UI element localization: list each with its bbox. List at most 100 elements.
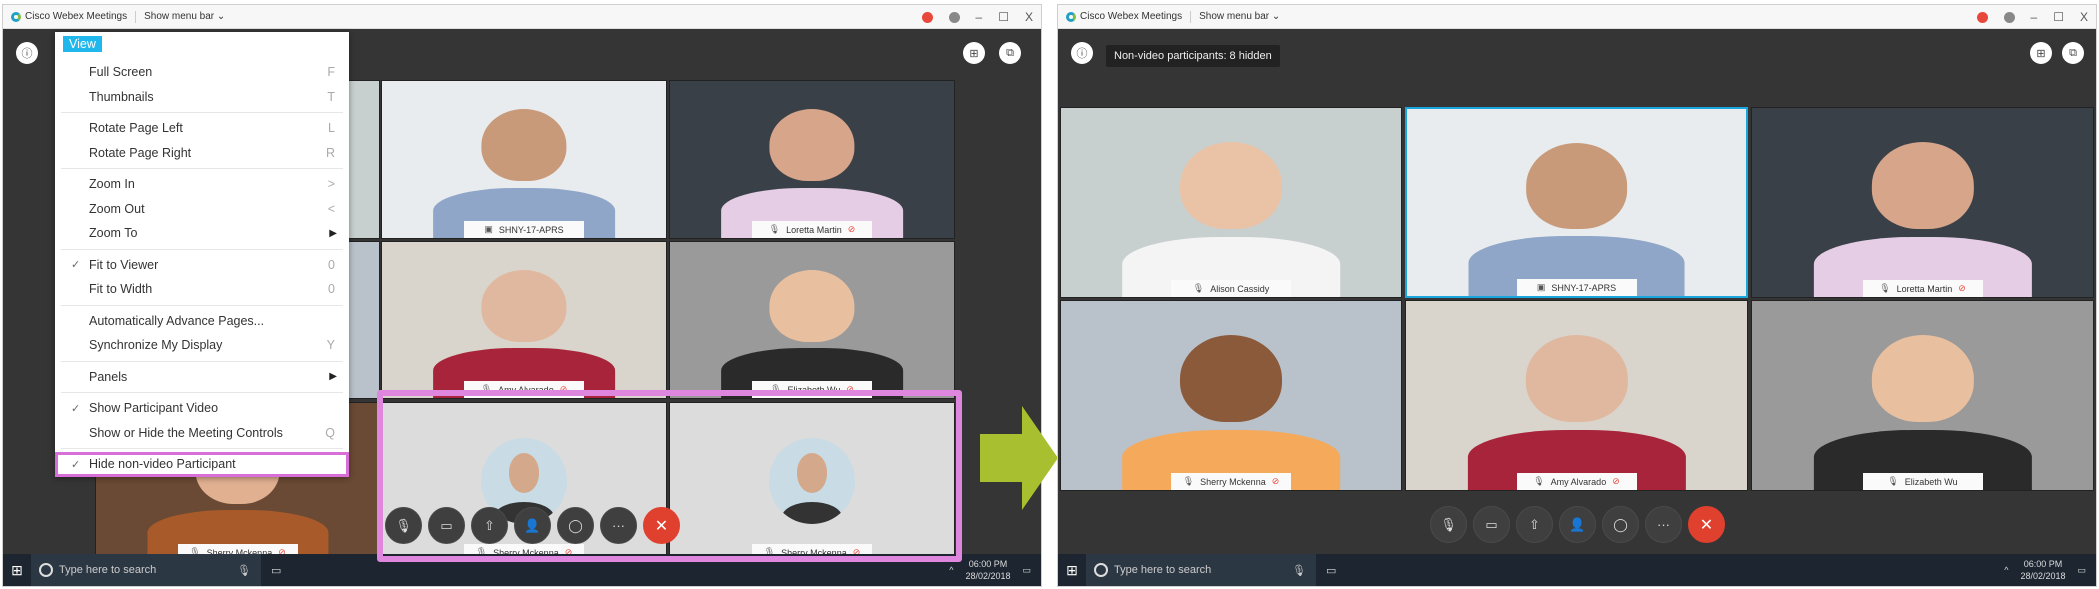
chat-button[interactable]: ◯ bbox=[1602, 506, 1639, 543]
menu-item-label: Panels bbox=[89, 369, 128, 384]
maximize-button[interactable]: ☐ bbox=[2053, 10, 2064, 24]
menu-item-fit-to-width[interactable]: Fit to Width 0 bbox=[55, 277, 349, 302]
recording-icon[interactable] bbox=[921, 11, 933, 23]
grid-layout-icon[interactable]: ⊞ bbox=[2030, 42, 2052, 64]
windows-start-icon[interactable]: ⊞ bbox=[3, 562, 31, 579]
menu-item-label: Rotate Page Right bbox=[89, 145, 192, 160]
show-menu-bar-label: Show menu bar bbox=[1199, 11, 1270, 22]
menu-item-shortcut: > bbox=[327, 177, 335, 192]
microphone-icon: 🎙 bbox=[1533, 476, 1545, 486]
menu-item-label: Show or Hide the Meeting Controls bbox=[89, 425, 283, 440]
menu-item-synchronize-my-display[interactable]: Synchronize My Display Y bbox=[55, 333, 349, 358]
participant-name-label: 🎙 Sherry Mckenna ⊘ bbox=[1171, 473, 1291, 490]
menu-item-label: Show Participant Video bbox=[89, 401, 219, 416]
submenu-arrow-icon: ▶ bbox=[329, 371, 337, 383]
minimize-button[interactable]: – bbox=[2031, 10, 2038, 24]
menu-item-rotate-page-left[interactable]: Rotate Page Left L bbox=[55, 116, 349, 141]
clock[interactable]: 06:00 PM 28/02/2018 bbox=[2020, 558, 2065, 582]
microphone-icon[interactable]: 🎙 bbox=[237, 564, 251, 577]
close-button[interactable]: X bbox=[2080, 10, 2088, 24]
search-placeholder: Type here to search bbox=[1114, 564, 1212, 576]
webex-logo-icon bbox=[11, 11, 21, 22]
close-button[interactable]: X bbox=[1025, 10, 1033, 24]
participant-name: Sherry Mckenna bbox=[1200, 476, 1266, 487]
video-tile[interactable]: 🎙 Loretta Martin ⊘ bbox=[669, 80, 955, 239]
menu-separator bbox=[61, 248, 343, 250]
microphone-icon: 🎙 bbox=[1879, 283, 1891, 293]
menu-item-rotate-page-right[interactable]: Rotate Page Right R bbox=[55, 141, 349, 166]
show-menu-bar-label: Show menu bar bbox=[144, 11, 215, 22]
video-tile[interactable]: ▣ SHNY-17-APRS bbox=[381, 80, 667, 239]
menu-item-shortcut: T bbox=[327, 89, 335, 104]
participant-video bbox=[1871, 335, 1974, 422]
view-menu-title[interactable]: View bbox=[63, 36, 102, 52]
notification-icon[interactable]: ▭ bbox=[1022, 564, 1031, 576]
participant-video bbox=[1525, 335, 1628, 422]
info-icon[interactable]: ⓘ bbox=[1071, 42, 1093, 64]
menu-item-fit-to-viewer[interactable]: ✓ Fit to Viewer 0 bbox=[55, 253, 349, 278]
menu-separator bbox=[61, 304, 343, 306]
menu-item-show-participant-video[interactable]: ✓ Show Participant Video bbox=[55, 396, 349, 421]
meeting-controls: 🎙 ▭ ⇧ 👤 ◯ ··· ✕ bbox=[1430, 506, 1725, 543]
chat-icon: ◯ bbox=[1613, 516, 1628, 532]
show-menu-bar-button[interactable]: Show menu bar ⌄ bbox=[144, 11, 225, 22]
menu-item-zoom-out[interactable]: Zoom Out < bbox=[55, 197, 349, 222]
menu-item-hide-non-video-participant[interactable]: ✓ Hide non-video Participant bbox=[55, 452, 349, 477]
menu-item-shortcut: 0 bbox=[328, 257, 335, 272]
participant-name: Loretta Martin bbox=[1896, 283, 1953, 294]
more-button[interactable]: ··· bbox=[1645, 506, 1682, 543]
muted-icon: ⊘ bbox=[1958, 283, 1966, 293]
info-icon[interactable]: ⓘ bbox=[16, 42, 38, 64]
video-tile[interactable]: 🎙 Loretta Martin ⊘ bbox=[1751, 107, 2094, 298]
switch-view-icon[interactable]: ⧉ bbox=[999, 42, 1021, 64]
notification-icon[interactable]: ▭ bbox=[2077, 564, 2086, 576]
video-tile[interactable]: 🎙 Alison Cassidy bbox=[1060, 107, 1402, 298]
grid-layout-icon[interactable]: ⊞ bbox=[963, 42, 985, 64]
video-tile[interactable]: 🎙 Amy Alvarado ⊘ bbox=[381, 241, 667, 399]
menu-item-panels[interactable]: Panels ▶ bbox=[55, 365, 349, 390]
participant-name: Alison Cassidy bbox=[1210, 283, 1270, 294]
video-tile[interactable]: 🎙 Amy Alvarado ⊘ bbox=[1405, 300, 1748, 491]
menu-item-label: Zoom Out bbox=[89, 201, 145, 216]
menu-item-automatically-advance-pages[interactable]: Automatically Advance Pages... bbox=[55, 309, 349, 334]
microphone-icon[interactable]: 🎙 bbox=[1292, 564, 1306, 577]
video-tile[interactable]: 🎙 Sherry Mckenna ⊘ bbox=[1060, 300, 1402, 491]
menu-item-zoom-in[interactable]: Zoom In > bbox=[55, 172, 349, 197]
menu-item-full-screen[interactable]: Full Screen F bbox=[55, 60, 349, 85]
minimize-button[interactable]: – bbox=[976, 10, 983, 24]
end-meeting-button[interactable]: ✕ bbox=[1688, 506, 1725, 543]
menu-item-thumbnails[interactable]: Thumbnails T bbox=[55, 85, 349, 110]
recording-icon[interactable] bbox=[1976, 11, 1988, 23]
menu-item-label: Synchronize My Display bbox=[89, 338, 223, 353]
menu-separator bbox=[61, 112, 343, 113]
switch-view-icon[interactable]: ⧉ bbox=[2062, 42, 2084, 64]
participant-name-label: 🎙 Loretta Martin ⊘ bbox=[752, 221, 872, 238]
menu-item-show-or-hide-the-meeting-controls[interactable]: Show or Hide the Meeting Controls Q bbox=[55, 421, 349, 446]
video-tile[interactable]: ▣ SHNY-17-APRS bbox=[1405, 107, 1748, 298]
tray-chevron-icon[interactable]: ^ bbox=[2004, 564, 2008, 576]
menu-item-label: Hide non-video Participant bbox=[89, 457, 236, 472]
share-button[interactable]: ⇧ bbox=[1516, 506, 1553, 543]
taskbar-search[interactable]: Type here to search 🎙 bbox=[31, 554, 261, 586]
annotate-icon[interactable] bbox=[948, 11, 960, 23]
taskbar-search[interactable]: Type here to search 🎙 bbox=[1086, 554, 1316, 586]
annotate-icon[interactable] bbox=[2003, 11, 2015, 23]
windows-start-icon[interactable]: ⊞ bbox=[1058, 562, 1086, 579]
video-tile[interactable]: 🎙 Elizabeth Wu bbox=[1751, 300, 2094, 491]
task-view-icon[interactable]: ▭ bbox=[1326, 564, 1336, 577]
clock[interactable]: 06:00 PM 28/02/2018 bbox=[965, 558, 1010, 582]
participants-button[interactable]: 👤 bbox=[1559, 506, 1596, 543]
search-placeholder: Type here to search bbox=[59, 564, 157, 576]
video-button[interactable]: ▭ bbox=[1473, 506, 1510, 543]
menu-item-zoom-to[interactable]: Zoom To ▶ bbox=[55, 221, 349, 246]
tray-chevron-icon[interactable]: ^ bbox=[949, 564, 953, 576]
maximize-button[interactable]: ☐ bbox=[998, 10, 1009, 24]
task-view-icon[interactable]: ▭ bbox=[271, 564, 281, 577]
show-menu-bar-button[interactable]: Show menu bar ⌄ bbox=[1199, 11, 1280, 22]
muted-icon: ⊘ bbox=[1271, 476, 1280, 486]
mute-button[interactable]: 🎙 bbox=[1430, 506, 1467, 543]
menu-item-label: Rotate Page Left bbox=[89, 121, 183, 136]
participant-name-label: 🎙 Loretta Martin ⊘ bbox=[1862, 280, 1983, 297]
participant-name: Amy Alvarado bbox=[1550, 476, 1607, 487]
video-tile[interactable]: 🎙 Elizabeth Wu ⊘ bbox=[669, 241, 955, 399]
